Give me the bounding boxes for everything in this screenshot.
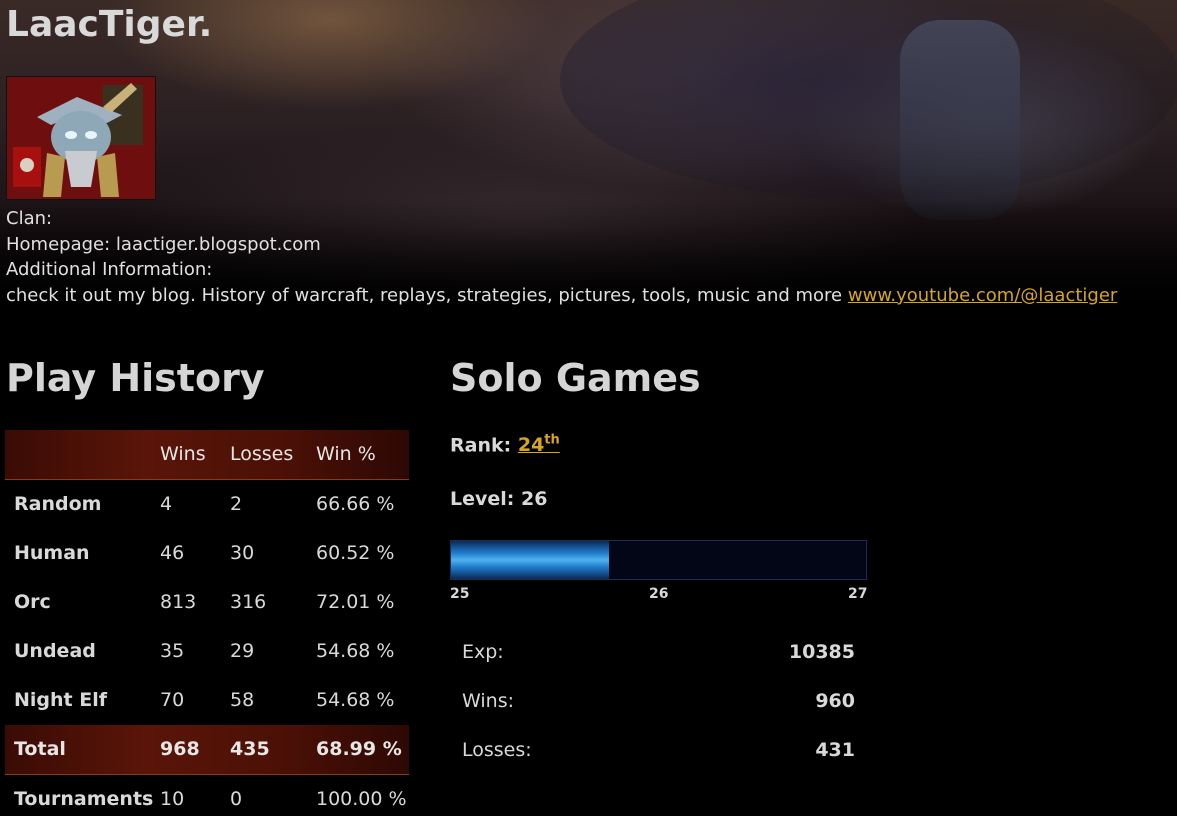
losses-stat-row: Losses: 431 xyxy=(462,739,855,769)
homepage-label: Homepage: xyxy=(6,233,111,255)
player-name: LaacTiger. xyxy=(6,4,213,45)
level-label: Level: xyxy=(450,488,515,510)
table-row: Orc 813 316 72.01 % xyxy=(5,578,409,627)
table-row: Random 4 2 66.66 % xyxy=(5,480,409,529)
losses-cell: 58 xyxy=(230,689,255,711)
rank-label: Rank: xyxy=(450,434,512,457)
experience-progress-bar xyxy=(450,540,867,580)
homepage-value: laactiger.blogspot.com xyxy=(115,233,321,255)
additional-info-line: check it out my blog. History of warcraf… xyxy=(6,283,1117,309)
winpct-cell: 60.52 % xyxy=(316,542,395,564)
rank-link[interactable]: 24th xyxy=(517,433,560,457)
losses-cell: 2 xyxy=(230,493,243,515)
race-label: Human xyxy=(14,542,90,564)
xp-tick-middle: 26 xyxy=(649,586,669,602)
wins-cell: 35 xyxy=(160,640,185,662)
play-history-title: Play History xyxy=(6,356,265,400)
homepage-line: Homepage: laactiger.blogspot.com xyxy=(6,232,1117,258)
level-line: Level: 26 xyxy=(450,488,547,510)
wins-cell: 46 xyxy=(160,542,185,564)
losses-label: Losses: xyxy=(462,739,532,761)
undead-portrait-icon xyxy=(7,77,155,199)
winpct-cell: 54.68 % xyxy=(316,689,395,711)
race-label: Random xyxy=(14,493,102,515)
losses-cell: 316 xyxy=(230,591,267,613)
exp-stat-row: Exp: 10385 xyxy=(462,641,855,671)
losses-column-header: Losses xyxy=(230,443,294,465)
wins-cell: 70 xyxy=(160,689,185,711)
clan-line: Clan: xyxy=(6,206,1117,232)
exp-value: 10385 xyxy=(788,641,855,663)
play-history-table: Wins Losses Win % Random 4 2 66.66 % Hum… xyxy=(5,430,409,816)
tournaments-wins-cell: 10 xyxy=(160,788,185,810)
total-row: Total 968 435 68.99 % xyxy=(5,725,409,775)
race-label: Night Elf xyxy=(14,689,107,711)
total-label: Total xyxy=(14,738,66,760)
wins-stat-row: Wins: 960 xyxy=(462,690,855,720)
player-avatar-image xyxy=(6,76,156,200)
wins-cell: 813 xyxy=(160,591,197,613)
wins-column-header: Wins xyxy=(160,443,206,465)
rank-value: 24 xyxy=(517,434,545,457)
tournaments-winpct-cell: 100.00 % xyxy=(316,788,407,810)
losses-cell: 29 xyxy=(230,640,255,662)
table-row: Human 46 30 60.52 % xyxy=(5,529,409,578)
table-row: Night Elf 70 58 54.68 % xyxy=(5,676,409,725)
rank-line: Rank: 24th xyxy=(450,433,560,456)
level-value: 26 xyxy=(521,488,548,510)
table-header-row: Wins Losses Win % xyxy=(5,430,409,480)
winpct-cell: 54.68 % xyxy=(316,640,395,662)
profile-page: LaacTiger. Clan: Homepage: laactiger.blo… xyxy=(0,0,1177,816)
experience-progress-fill xyxy=(451,541,609,579)
youtube-link[interactable]: www.youtube.com/@laactiger xyxy=(848,285,1117,306)
xp-tick-start: 25 xyxy=(450,586,470,602)
xp-tick-end: 27 xyxy=(848,586,868,602)
total-winpct-cell: 68.99 % xyxy=(316,738,402,760)
solo-games-title: Solo Games xyxy=(450,356,701,400)
total-wins-cell: 968 xyxy=(160,738,200,760)
race-label: Orc xyxy=(14,591,51,613)
winpct-cell: 72.01 % xyxy=(316,591,395,613)
wins-cell: 4 xyxy=(160,493,173,515)
losses-cell: 30 xyxy=(230,542,255,564)
winpct-cell: 66.66 % xyxy=(316,493,395,515)
wins-label: Wins: xyxy=(462,690,514,712)
race-label: Undead xyxy=(14,640,96,662)
profile-info: Clan: Homepage: laactiger.blogspot.com A… xyxy=(6,206,1117,308)
tournaments-label: Tournaments xyxy=(14,788,154,810)
additional-info-text: check it out my blog. History of warcraf… xyxy=(6,284,843,306)
tournaments-losses-cell: 0 xyxy=(230,788,243,810)
clan-label: Clan: xyxy=(6,208,53,229)
wins-value: 960 xyxy=(815,690,855,712)
rank-suffix: th xyxy=(544,433,560,448)
losses-value: 431 xyxy=(815,739,855,761)
winpct-column-header: Win % xyxy=(316,443,376,465)
total-losses-cell: 435 xyxy=(230,738,270,760)
exp-label: Exp: xyxy=(462,641,504,663)
tournaments-row: Tournaments 10 0 100.00 % xyxy=(5,775,409,816)
additional-info-label: Additional Information: xyxy=(6,259,213,280)
table-row: Undead 35 29 54.68 % xyxy=(5,627,409,676)
